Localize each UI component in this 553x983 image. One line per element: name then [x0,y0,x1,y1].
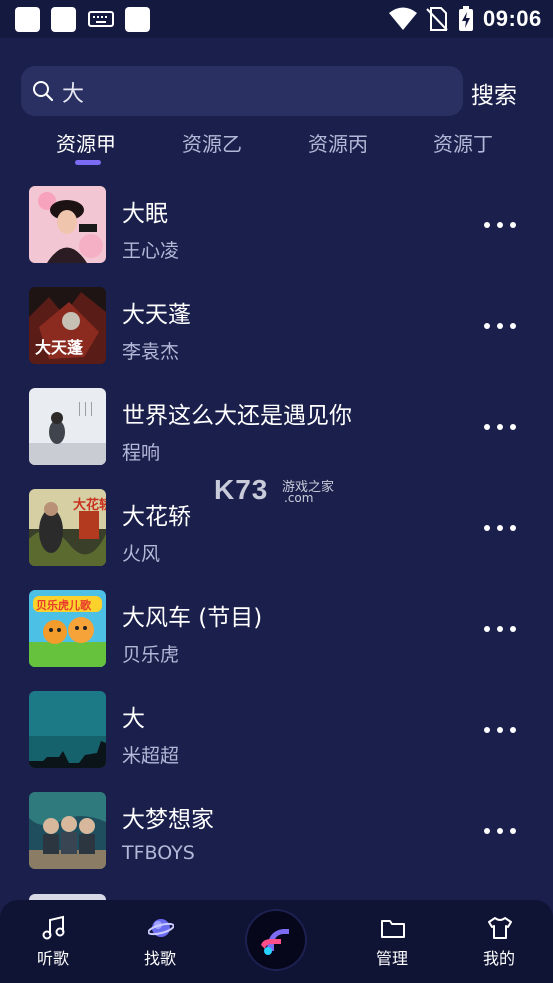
album-cover: 贝乐虎儿歌 [29,590,106,667]
album-cover [29,186,106,263]
song-title: 大风车 (节目) [122,605,263,631]
nav-label: 我的 [482,949,515,968]
tab-source-b[interactable]: 资源乙 [182,128,242,157]
album-cover [29,388,106,465]
cover-text: 贝乐虎儿歌 [36,598,92,612]
song-artist: TFBOYS [122,842,195,864]
cover-text: 大花轿 [73,497,106,513]
keyboard-icon [88,11,114,27]
no-sim-icon [426,7,448,31]
folder-icon [381,920,405,938]
list-item[interactable]: 大天蓬 大天蓬 李袁杰 [0,281,553,382]
tab-source-a[interactable]: 资源甲 [56,128,116,157]
song-artist: 米超超 [122,745,180,767]
album-cover: 大天蓬 [29,287,106,364]
album-cover [29,792,106,869]
search-input[interactable]: 大 [21,66,463,116]
tab-source-c[interactable]: 资源丙 [308,128,368,157]
nav-item-find[interactable]: 找歌 [125,900,195,983]
status-time: 09:06 [483,6,542,31]
list-item[interactable]: 大 米超超 [0,685,553,786]
list-item[interactable]: 贝乐虎儿歌 大风车 (节目) 贝乐虎 [0,584,553,685]
song-title: 大花轿 [122,504,191,530]
song-artist: 程响 [122,442,161,464]
album-cover: 大花轿 [29,489,106,566]
search-value: 大 [62,82,85,107]
watermark-logo: K73 游戏之家 .com [214,474,344,508]
song-artist: 火风 [122,543,161,565]
nav-item-manage[interactable]: 管理 [357,900,427,983]
tab-source-d[interactable]: 资源丁 [433,128,493,157]
song-title: 大眠 [122,201,168,227]
music-note-icon [42,915,65,940]
nav-label: 找歌 [143,949,176,968]
more-options-icon[interactable] [477,721,523,739]
active-tab-indicator [75,160,101,165]
more-options-icon[interactable] [477,822,523,840]
wifi-icon [389,7,417,30]
app-logo-icon [261,929,289,955]
more-options-icon[interactable] [477,620,523,638]
list-item[interactable]: 大梦想家 TFBOYS [0,786,553,887]
list-item[interactable]: 世界这么大还是遇见你 程响 [0,382,553,483]
more-options-icon[interactable] [477,317,523,335]
battery-charging-icon [459,6,473,31]
song-title: 大 [122,706,145,732]
song-artist: 李袁杰 [122,341,180,363]
watermark-domain: .com [284,491,314,505]
watermark-brand: K73 [214,474,269,505]
cover-text: 大天蓬 [35,338,84,357]
source-tabs: 资源甲 资源乙 资源丙 资源丁 [0,126,553,170]
more-options-icon[interactable] [477,418,523,436]
planet-icon [148,919,174,937]
notification-square-icon [125,7,150,32]
search-icon [33,81,54,102]
app-logo-icon[interactable] [247,911,305,969]
song-title: 世界这么大还是遇见你 [122,403,352,429]
song-artist: 王心凌 [122,240,180,262]
nav-item-mine[interactable]: 我的 [464,900,534,983]
notification-square-icon [51,7,76,32]
list-item[interactable]: 大眠 王心凌 [0,180,553,281]
status-bar: 09:06 [0,0,553,38]
song-artist: 贝乐虎 [122,644,180,666]
notification-square-icon [15,7,40,32]
search-button[interactable]: 搜索 [471,76,517,110]
shirt-icon [488,917,512,939]
more-options-icon[interactable] [477,216,523,234]
song-title: 大天蓬 [122,302,191,328]
nav-label: 管理 [375,949,408,968]
song-title: 大梦想家 [122,807,214,833]
nav-item-listen[interactable]: 听歌 [18,900,88,983]
nav-label: 听歌 [36,949,69,968]
album-cover [29,691,106,768]
more-options-icon[interactable] [477,519,523,537]
